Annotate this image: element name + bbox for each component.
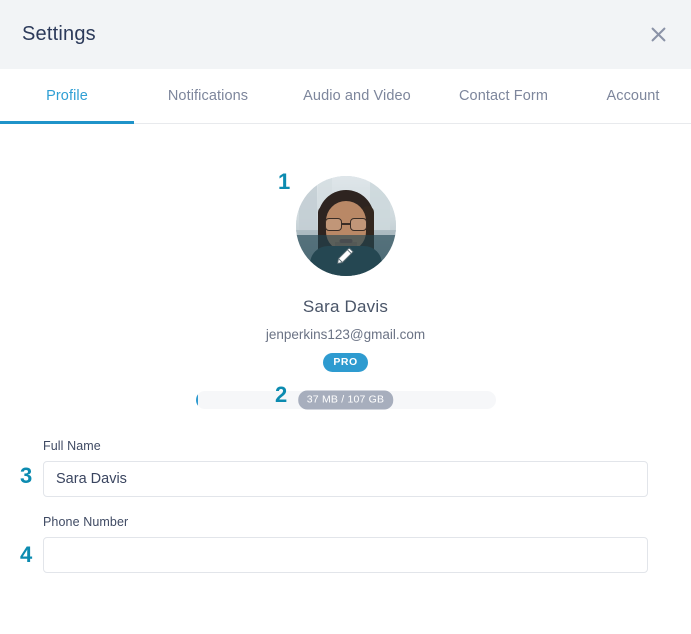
phone-number-input[interactable] xyxy=(43,537,648,573)
tab-contact-form-label: Contact Form xyxy=(458,88,549,104)
settings-dialog: Settings Profile Notifications Audio and… xyxy=(0,0,691,634)
profile-identity-block: Sara Davis jenperkins123@gmail.com PRO xyxy=(0,176,691,372)
dialog-header: Settings xyxy=(0,0,691,69)
tab-audio-and-video-label: Audio and Video xyxy=(303,88,411,104)
tab-audio-and-video[interactable]: Audio and Video xyxy=(282,69,432,123)
profile-form: Full Name Phone Number xyxy=(0,439,691,573)
field-phone-number: Phone Number xyxy=(43,515,648,573)
close-icon xyxy=(651,27,666,42)
storage-usage-label: 37 MB / 107 GB xyxy=(297,390,394,410)
storage-usage-bar[interactable]: 37 MB / 107 GB xyxy=(195,390,496,410)
tab-notifications[interactable]: Notifications xyxy=(134,69,282,123)
profile-name: Sara Davis xyxy=(302,297,389,316)
tab-account-label: Account xyxy=(606,88,660,104)
storage-fill xyxy=(195,391,198,409)
status-badge-pro[interactable]: PRO xyxy=(323,353,368,372)
tab-notifications-label: Notifications xyxy=(167,88,249,104)
profile-panel: Sara Davis jenperkins123@gmail.com PRO 3… xyxy=(0,176,691,573)
tab-profile-label: Profile xyxy=(46,88,88,104)
field-full-name: Full Name xyxy=(43,439,648,497)
avatar-wrapper xyxy=(295,176,396,276)
tab-profile[interactable]: Profile xyxy=(0,69,134,124)
settings-tab-bar: Profile Notifications Audio and Video Co… xyxy=(0,69,691,124)
tab-contact-form[interactable]: Contact Form xyxy=(432,69,575,123)
tab-account[interactable]: Account xyxy=(575,69,691,123)
avatar-edit-overlay[interactable] xyxy=(295,235,396,276)
close-button[interactable] xyxy=(643,20,673,50)
avatar[interactable] xyxy=(295,176,396,276)
edit-pencil-icon xyxy=(336,246,355,265)
page-title: Settings xyxy=(22,23,96,45)
full-name-input[interactable] xyxy=(43,461,648,497)
full-name-label: Full Name xyxy=(43,439,101,453)
profile-email: jenperkins123@gmail.com xyxy=(265,327,426,342)
phone-number-label: Phone Number xyxy=(43,515,129,529)
avatar-glasses xyxy=(324,218,367,231)
